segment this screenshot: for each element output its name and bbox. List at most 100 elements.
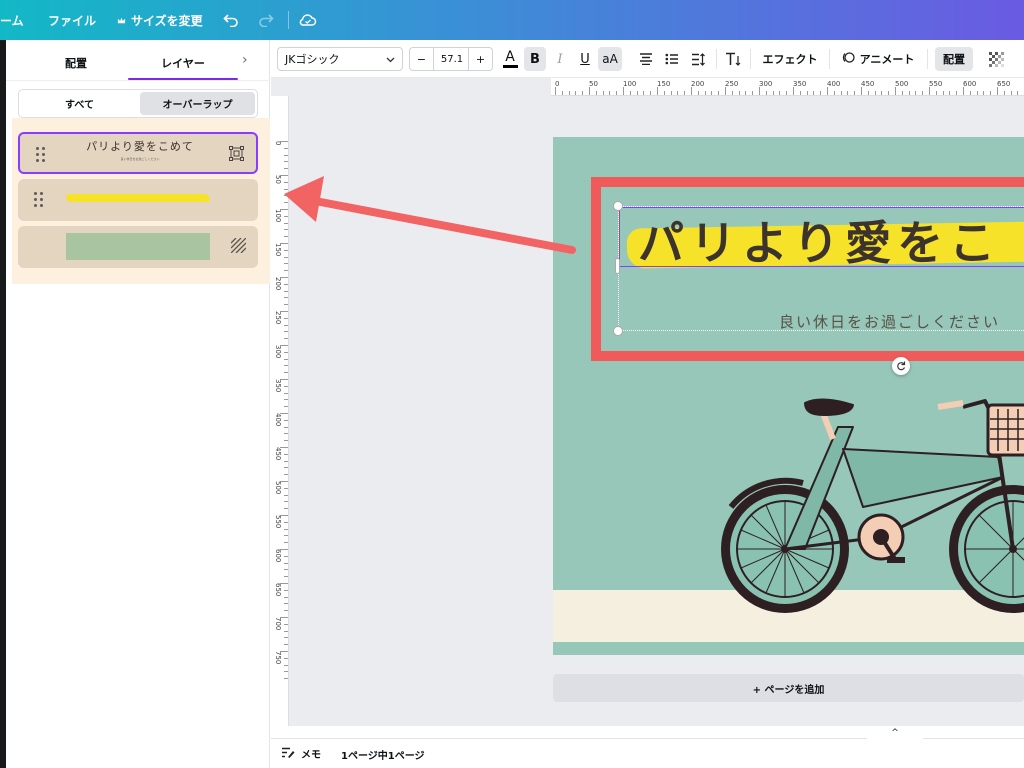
ruler-tick bbox=[284, 487, 288, 489]
ruler-tick bbox=[284, 460, 288, 462]
ruler-tick bbox=[284, 372, 288, 374]
ruler-label: 450 bbox=[274, 447, 282, 461]
ruler-tick bbox=[284, 283, 288, 285]
chevron-right-icon[interactable]: › bbox=[242, 52, 248, 68]
text-color-button[interactable]: A bbox=[499, 47, 521, 71]
ruler-tick bbox=[280, 447, 288, 448]
position-button[interactable]: 配置 bbox=[935, 47, 973, 71]
ruler-tick bbox=[280, 617, 288, 618]
font-size-input[interactable]: 57.1 bbox=[434, 54, 470, 65]
ruler-tick bbox=[280, 549, 288, 550]
ruler-tick bbox=[284, 406, 288, 408]
ruler-tick bbox=[759, 87, 760, 95]
basket bbox=[986, 403, 1024, 457]
notes-icon bbox=[281, 747, 295, 761]
horizontal-ruler: 0 50 100 150 200 250 300 350 400 450 500 550 600 650 bbox=[551, 78, 1024, 96]
font-family-select[interactable]: JKゴシック bbox=[277, 47, 403, 71]
text-selection-outline bbox=[619, 207, 1024, 267]
ruler-label: 400 bbox=[274, 413, 282, 427]
ruler-tick bbox=[847, 91, 849, 95]
redo-icon[interactable] bbox=[258, 0, 274, 40]
ruler-label: 500 bbox=[274, 481, 282, 495]
bullet-list-icon[interactable] bbox=[661, 47, 683, 71]
ruler-tick bbox=[976, 91, 978, 95]
ruler-tick bbox=[284, 263, 288, 265]
letter-case-button[interactable]: aA bbox=[598, 47, 622, 71]
ruler-tick bbox=[582, 91, 584, 95]
ruler-tick bbox=[935, 91, 937, 95]
filter-overlap[interactable]: オーバーラップ bbox=[140, 92, 255, 115]
ruler-tick bbox=[827, 87, 828, 95]
ruler-tick bbox=[779, 91, 781, 95]
expand-pages-icon[interactable]: ^ bbox=[867, 728, 923, 740]
ruler-tick bbox=[280, 141, 288, 142]
ruler-tick bbox=[609, 91, 611, 95]
ruler-tick bbox=[284, 154, 288, 156]
ruler-tick bbox=[956, 91, 958, 95]
ruler-tick bbox=[650, 91, 652, 95]
home-button[interactable]: ーム bbox=[0, 0, 24, 40]
ruler-tick bbox=[284, 535, 288, 537]
ruler-tick bbox=[854, 91, 856, 95]
ruler-tick bbox=[284, 297, 288, 299]
filter-all[interactable]: すべて bbox=[21, 92, 138, 115]
page-indicator: 1ページ中1ページ bbox=[341, 751, 425, 762]
layer-item-green-shape[interactable] bbox=[18, 226, 258, 268]
ruler-tick bbox=[284, 385, 288, 387]
ruler-tick bbox=[284, 603, 288, 605]
tab-position[interactable]: 配置 bbox=[26, 48, 126, 78]
canva-editor: { "topbar": { "home_label": "ーム", "file_… bbox=[0, 0, 1024, 768]
ruler-tick bbox=[284, 508, 288, 510]
animate-button[interactable]: アニメート bbox=[837, 47, 919, 71]
ruler-tick bbox=[575, 91, 577, 95]
file-menu-button[interactable]: ファイル bbox=[48, 0, 96, 40]
layer-item-text[interactable]: パリより愛をこめて 良い休日をお過ごしください bbox=[18, 132, 258, 174]
resize-button[interactable]: サイズを変更 bbox=[117, 0, 203, 40]
text-direction-icon[interactable] bbox=[722, 47, 744, 71]
group-icon[interactable] bbox=[229, 146, 244, 165]
line-spacing-icon[interactable] bbox=[687, 47, 709, 71]
rotate-handle-icon[interactable] bbox=[892, 357, 910, 375]
ruler-tick bbox=[806, 91, 808, 95]
ruler-tick bbox=[691, 87, 692, 95]
ruler-tick bbox=[888, 91, 890, 95]
ruler-tick bbox=[595, 91, 597, 95]
cloud-sync-icon[interactable] bbox=[299, 0, 317, 40]
ruler-tick bbox=[284, 270, 288, 272]
layer-item-yellow-brush[interactable] bbox=[18, 179, 258, 221]
transparency-icon[interactable] bbox=[985, 47, 1007, 71]
ruler-tick bbox=[697, 91, 699, 95]
font-size-increase-button[interactable]: + bbox=[468, 48, 492, 70]
drag-handle-icon[interactable] bbox=[34, 192, 46, 208]
ruler-tick bbox=[949, 91, 951, 95]
ruler-tick bbox=[786, 91, 788, 95]
ruler-label: 750 bbox=[274, 651, 282, 665]
ruler-label: 650 bbox=[997, 80, 1011, 88]
tab-layers[interactable]: レイヤー bbox=[128, 48, 238, 80]
resize-handle-left[interactable] bbox=[615, 258, 620, 274]
font-size-decrease-button[interactable]: − bbox=[410, 48, 434, 70]
bottom-bar: メモ 1ページ中1ページ ^ bbox=[271, 728, 1024, 768]
bold-button[interactable]: B bbox=[524, 47, 546, 71]
underline-button[interactable]: U bbox=[574, 47, 596, 71]
ruler-label: 350 bbox=[274, 379, 282, 393]
drag-handle-icon[interactable] bbox=[36, 147, 48, 163]
resize-handle-bottom-left[interactable] bbox=[613, 326, 623, 336]
ruler-tick bbox=[929, 87, 930, 95]
ruler-tick bbox=[684, 91, 686, 95]
design-page[interactable]: パリより愛をこ 良い休日をお過ごしください bbox=[553, 137, 1024, 655]
ruler-tick bbox=[1017, 91, 1019, 95]
undo-icon[interactable] bbox=[223, 0, 239, 40]
align-center-icon[interactable] bbox=[635, 47, 657, 71]
ruler-tick bbox=[568, 91, 570, 95]
resize-handle-top-left[interactable] bbox=[613, 201, 623, 211]
ruler-label: 100 bbox=[623, 80, 637, 88]
ruler-tick bbox=[284, 542, 288, 544]
italic-button[interactable]: I bbox=[549, 47, 571, 71]
add-page-button[interactable]: + ページを追加 bbox=[553, 674, 1024, 702]
ruler-tick bbox=[284, 304, 288, 306]
effects-button[interactable]: エフェクト bbox=[757, 47, 823, 71]
transparency-icon[interactable] bbox=[230, 237, 247, 257]
ruler-label: 700 bbox=[274, 617, 282, 631]
notes-button[interactable]: メモ bbox=[281, 746, 321, 761]
